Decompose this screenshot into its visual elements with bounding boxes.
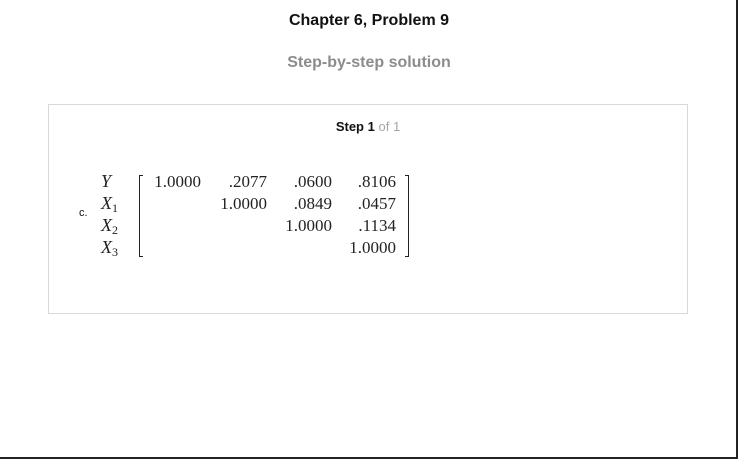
matrix-cell: 1.0000 bbox=[220, 194, 267, 213]
row-label-x3: X3 bbox=[101, 237, 118, 260]
page-subtitle: Step-by-step solution bbox=[287, 54, 451, 71]
solution-card: Step 1 of 1 c. Y X1 X2 X3 1.0000 .2077 .… bbox=[48, 104, 688, 314]
matrix-cell: .1134 bbox=[358, 216, 396, 235]
row-label-var: X bbox=[101, 193, 112, 213]
matrix-cell: 1.0000 bbox=[285, 216, 332, 235]
matrix-cell: 1.0000 bbox=[154, 172, 201, 191]
row-label-sub: 1 bbox=[112, 201, 118, 215]
row-label-x1: X1 bbox=[101, 193, 118, 216]
row-label-y: Y bbox=[101, 171, 111, 194]
page-title: Chapter 6, Problem 9 bbox=[288, 12, 450, 29]
matrix-cell: .2077 bbox=[228, 172, 267, 191]
matrix-cell: 1.0000 bbox=[349, 238, 396, 257]
step-label: Step bbox=[335, 119, 364, 134]
row-label-sub: 2 bbox=[112, 223, 118, 237]
row-label-x2: X2 bbox=[101, 215, 118, 238]
matrix-cell: .0849 bbox=[293, 194, 332, 213]
step-total: of 1 bbox=[378, 119, 401, 134]
matrix-cell: .8106 bbox=[357, 172, 396, 191]
row-label-var: Y bbox=[101, 171, 112, 191]
row-label-var: X bbox=[101, 215, 112, 235]
row-label-sub: 3 bbox=[112, 245, 118, 259]
matrix-right-bracket bbox=[405, 175, 409, 257]
step-number: 1 bbox=[367, 119, 375, 134]
part-label: c. bbox=[79, 207, 88, 219]
step-header: Step 1 of 1 bbox=[49, 119, 687, 134]
matrix-cell: .0600 bbox=[293, 172, 332, 191]
matrix-cell: .0457 bbox=[357, 194, 396, 213]
row-label-var: X bbox=[101, 237, 112, 257]
